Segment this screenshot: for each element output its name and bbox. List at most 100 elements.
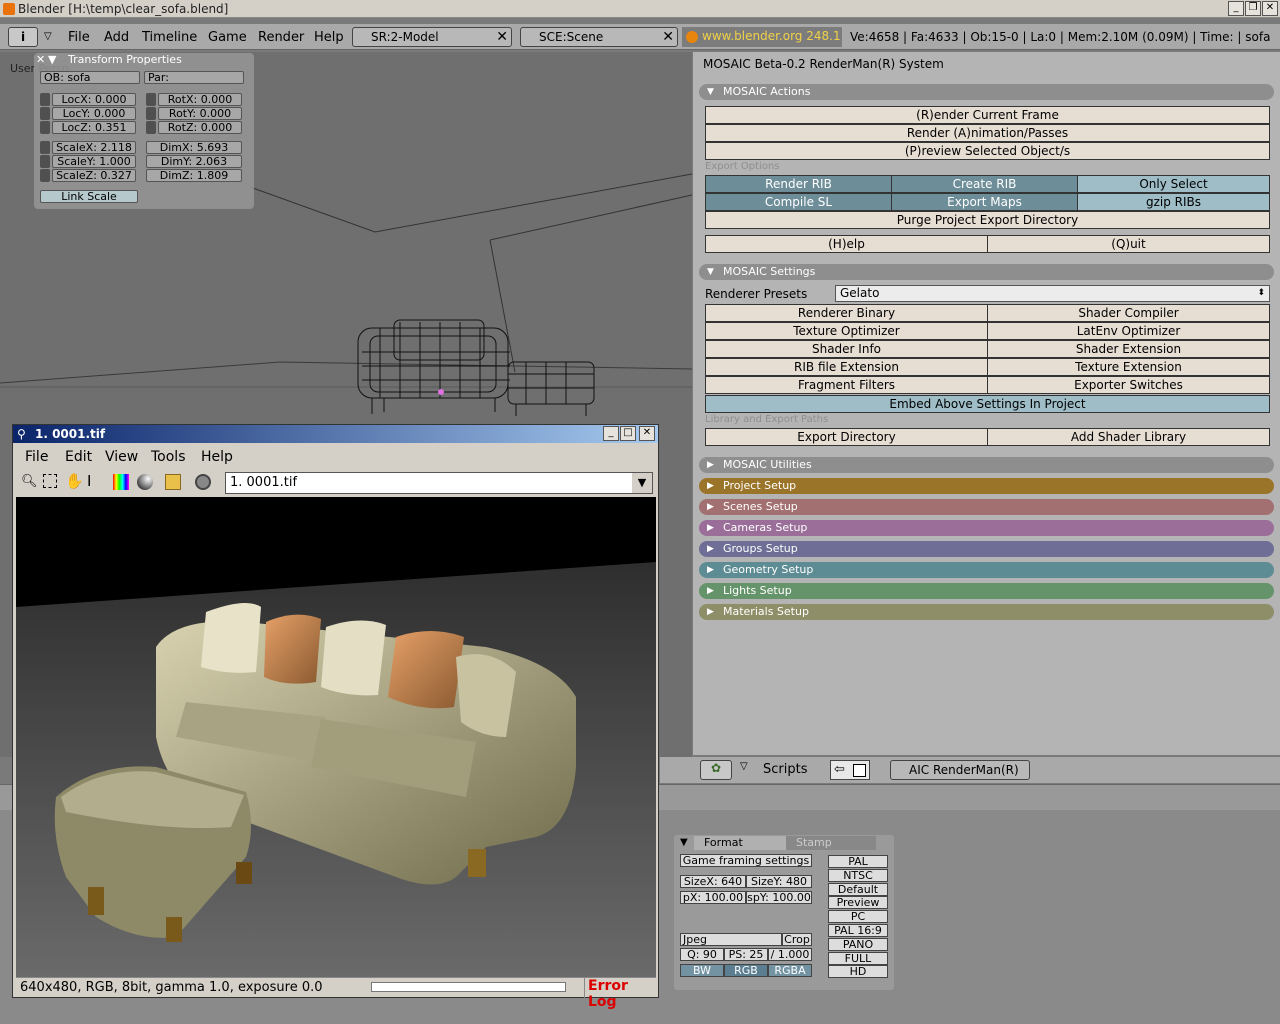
- export-maps-toggle[interactable]: Export Maps: [891, 193, 1078, 211]
- arrow-back-icon[interactable]: ⇦: [830, 760, 870, 780]
- add-shader-library-button[interactable]: Add Shader Library: [987, 428, 1270, 446]
- menu-add[interactable]: Add: [104, 30, 129, 45]
- help-button[interactable]: (H)elp: [705, 235, 988, 253]
- create-rib-toggle[interactable]: Create RIB: [891, 175, 1078, 193]
- crop-toggle[interactable]: Crop: [782, 933, 812, 946]
- collapse-menu-icon[interactable]: ▽: [740, 761, 748, 772]
- menu-view[interactable]: View: [105, 449, 138, 465]
- color-channels-icon[interactable]: [113, 474, 129, 490]
- only-select-toggle[interactable]: Only Select: [1077, 175, 1270, 193]
- section-cameras-setup[interactable]: ▶ Cameras Setup: [699, 520, 1274, 536]
- menu-edit[interactable]: Edit: [65, 449, 92, 465]
- rib-file-extension-button[interactable]: RIB file Extension: [705, 358, 988, 376]
- purge-export-button[interactable]: Purge Project Export Directory: [705, 211, 1270, 229]
- maximize-button[interactable]: ❐: [1245, 1, 1261, 16]
- lock-icon[interactable]: [40, 169, 50, 182]
- close-icon[interactable]: ✕: [36, 53, 45, 66]
- preset-full-button[interactable]: FULL: [828, 951, 888, 965]
- preset-pano-button[interactable]: PANO: [828, 937, 888, 951]
- menu-timeline[interactable]: Timeline: [142, 30, 197, 45]
- locy-field[interactable]: LocY: 0.000: [52, 107, 136, 120]
- section-mosaic-actions[interactable]: ▼ MOSAIC Actions: [699, 84, 1274, 100]
- export-directory-button[interactable]: Export Directory: [705, 428, 988, 446]
- section-project-setup[interactable]: ▶ Project Setup: [699, 478, 1274, 494]
- lock-icon[interactable]: [40, 121, 50, 134]
- hand-icon[interactable]: ✋: [65, 472, 84, 490]
- object-name-field[interactable]: OB: sofa: [40, 71, 140, 84]
- section-groups-setup[interactable]: ▶ Groups Setup: [699, 541, 1274, 557]
- menu-game[interactable]: Game: [208, 30, 247, 45]
- script-window-type-icon[interactable]: ✿: [700, 760, 732, 780]
- preset-ntsc-button[interactable]: NTSC: [828, 868, 888, 882]
- zoom-icon[interactable]: 🔍︎: [21, 474, 38, 489]
- script-selector[interactable]: AIC RenderMan(R): [890, 760, 1030, 780]
- preset-preview-button[interactable]: Preview: [828, 896, 888, 910]
- parent-field[interactable]: Par:: [144, 71, 244, 84]
- website-label[interactable]: www.blender.org 248.1: [702, 29, 841, 43]
- collapse-menu-icon[interactable]: ▽: [44, 31, 52, 42]
- renderer-presets-dropdown[interactable]: Gelato ⬍: [835, 285, 1270, 302]
- link-scale-toggle[interactable]: Link Scale: [40, 190, 138, 203]
- rgb-toggle[interactable]: RGB: [724, 964, 768, 977]
- shader-info-button[interactable]: Shader Info: [705, 340, 988, 358]
- lock-icon[interactable]: [40, 141, 50, 154]
- menu-file[interactable]: File: [68, 30, 90, 45]
- preset-pal-button[interactable]: PAL: [828, 855, 888, 868]
- collapse-icon[interactable]: ▼: [680, 837, 688, 848]
- rotx-field[interactable]: RotX: 0.000: [158, 93, 242, 106]
- shader-compiler-button[interactable]: Shader Compiler: [987, 304, 1270, 322]
- preset-hd-button[interactable]: HD: [828, 965, 888, 979]
- lock-icon[interactable]: [40, 155, 50, 168]
- shader-extension-button[interactable]: Shader Extension: [987, 340, 1270, 358]
- preset-pc-button[interactable]: PC: [828, 910, 888, 924]
- lock-icon[interactable]: [146, 121, 156, 134]
- section-lights-setup[interactable]: ▶ Lights Setup: [699, 583, 1274, 599]
- minimize-button[interactable]: _: [1228, 1, 1244, 16]
- preset-default-button[interactable]: Default: [828, 882, 888, 896]
- section-scenes-setup[interactable]: ▶ Scenes Setup: [699, 499, 1274, 515]
- section-geometry-setup[interactable]: ▶ Geometry Setup: [699, 562, 1274, 578]
- menu-tools[interactable]: Tools: [151, 449, 186, 465]
- renderer-binary-button[interactable]: Renderer Binary: [705, 304, 988, 322]
- menu-help[interactable]: Help: [201, 449, 233, 465]
- rgba-toggle[interactable]: RGBA: [768, 964, 812, 977]
- lock-icon[interactable]: [146, 93, 156, 106]
- dimy-field[interactable]: DimY: 2.063: [146, 155, 242, 168]
- render-rib-toggle[interactable]: Render RIB: [705, 175, 892, 193]
- close-icon[interactable]: ✕: [662, 28, 674, 46]
- sizex-field[interactable]: SizeX: 640: [680, 875, 746, 888]
- section-mosaic-utilities[interactable]: ▶ MOSAIC Utilities: [699, 457, 1274, 473]
- quit-button[interactable]: (Q)uit: [987, 235, 1270, 253]
- quality-field[interactable]: Q: 90: [680, 948, 724, 961]
- screen-selector[interactable]: SR:2-Model ✕: [352, 27, 512, 47]
- close-button[interactable]: ✕: [639, 426, 655, 441]
- info-window-type-icon[interactable]: i: [8, 27, 38, 47]
- render-animation-button[interactable]: Render (A)nimation/Passes: [705, 124, 1270, 142]
- menu-help[interactable]: Help: [314, 30, 344, 45]
- section-materials-setup[interactable]: ▶ Materials Setup: [699, 604, 1274, 620]
- section-mosaic-settings[interactable]: ▼ MOSAIC Settings: [699, 264, 1274, 280]
- compile-sl-toggle[interactable]: Compile SL: [705, 193, 892, 211]
- fps-base-field[interactable]: / 1.000: [768, 948, 812, 961]
- collapse-icon[interactable]: ▼: [48, 53, 56, 66]
- scalex-field[interactable]: ScaleX: 2.118: [52, 141, 136, 154]
- preview-selected-button[interactable]: (P)review Selected Object/s: [705, 142, 1270, 160]
- sizey-field[interactable]: SizeY: 480: [746, 875, 812, 888]
- tab-stamp[interactable]: Stamp: [786, 836, 876, 850]
- text-cursor-icon[interactable]: Ι: [87, 472, 91, 490]
- latenv-optimizer-button[interactable]: LatEnv Optimizer: [987, 322, 1270, 340]
- embed-settings-toggle[interactable]: Embed Above Settings In Project: [705, 395, 1270, 413]
- record-icon[interactable]: [195, 474, 211, 490]
- ps-field[interactable]: PS: 25: [724, 948, 768, 961]
- close-button[interactable]: ✕: [1262, 1, 1278, 16]
- bw-toggle[interactable]: BW: [680, 964, 724, 977]
- dimz-field[interactable]: DimZ: 1.809: [146, 169, 242, 182]
- menu-file[interactable]: File: [25, 449, 48, 465]
- scene-selector[interactable]: SCE:Scene ✕: [520, 27, 678, 47]
- menu-render[interactable]: Render: [258, 30, 304, 45]
- select-rect-icon[interactable]: [43, 474, 57, 488]
- preset-pal-16-9-button[interactable]: PAL 16:9: [828, 924, 888, 937]
- image-file-dropdown[interactable]: 1. 0001.tif ▼: [225, 472, 653, 494]
- exporter-switches-button[interactable]: Exporter Switches: [987, 376, 1270, 394]
- dropdown-arrow-icon[interactable]: ▼: [632, 473, 652, 493]
